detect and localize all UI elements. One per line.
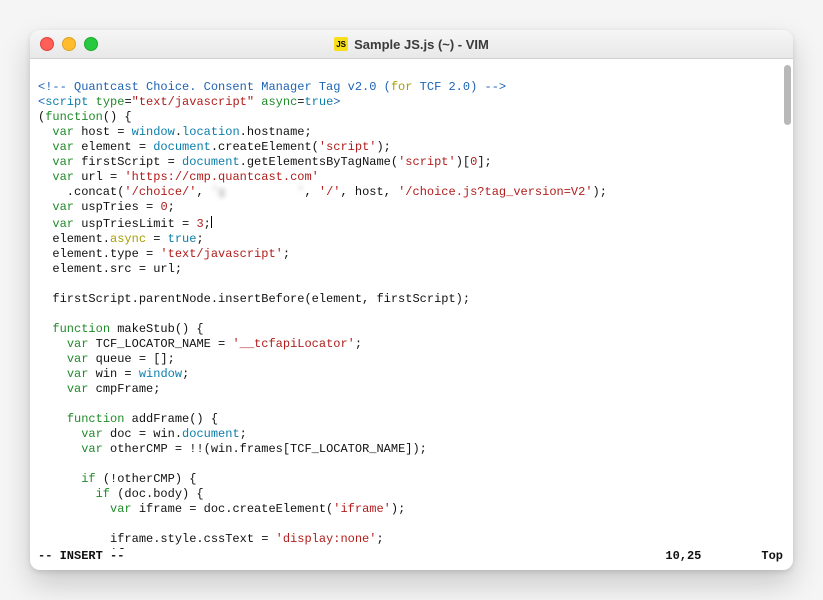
text-cursor: [211, 216, 212, 228]
window-title-text: Sample JS.js (~) - VIM: [354, 37, 489, 52]
scrollbar-thumb[interactable]: [784, 65, 791, 125]
code-text: var cmpFrame;: [38, 382, 160, 396]
window-controls: [40, 37, 98, 51]
code-text: .concat('/choice/', 'g ', '/', host, '/c…: [38, 185, 607, 199]
code-text: var doc = win.document;: [38, 427, 247, 441]
cursor-position: 10,25: [665, 549, 701, 564]
code-text: firstScript.parentNode.insertBefore(elem…: [38, 292, 470, 306]
code-text: var uspTriesLimit = 3;: [38, 217, 212, 231]
code-text: var TCF_LOCATOR_NAME = '__tcfapiLocator'…: [38, 337, 362, 351]
code-text: if (!otherCMP) {: [38, 472, 196, 486]
code-text: iframe.style.cssText = 'display:none';: [38, 532, 384, 546]
code-text: element.type = 'text/javascript';: [38, 247, 290, 261]
code-text: var queue = [];: [38, 352, 175, 366]
code-text: <script type="text/javascript" async=tru…: [38, 95, 341, 109]
code-text: element.src = url;: [38, 262, 182, 276]
code-text: var win = window;: [38, 367, 189, 381]
code-text: (function() {: [38, 110, 132, 124]
code-text: var otherCMP = !!(win.frames[TCF_LOCATOR…: [38, 442, 427, 456]
code-text: iframe.name = TCF_LOCATOR_NAME;: [38, 547, 333, 549]
vim-mode: -- INSERT --: [38, 549, 124, 564]
code-text: var iframe = doc.createElement('iframe')…: [38, 502, 405, 516]
scroll-position: Top: [761, 549, 783, 564]
terminal-window: JS Sample JS.js (~) - VIM <!-- Quantcast…: [30, 30, 793, 570]
code-text: function addFrame() {: [38, 412, 218, 426]
code-text: function makeStub() {: [38, 322, 204, 336]
close-icon[interactable]: [40, 37, 54, 51]
file-type-icon: JS: [334, 37, 348, 51]
titlebar[interactable]: JS Sample JS.js (~) - VIM: [30, 30, 793, 59]
code-text: if (doc.body) {: [38, 487, 204, 501]
code-text: <!-- Quantcast Choice. Consent Manager T…: [38, 80, 506, 94]
window-title: JS Sample JS.js (~) - VIM: [30, 37, 793, 52]
code-text: var element = document.createElement('sc…: [38, 140, 391, 154]
code-text: var uspTries = 0;: [38, 200, 175, 214]
code-text: var url = 'https://cmp.quantcast.com': [38, 170, 319, 184]
code-text: var firstScript = document.getElementsBy…: [38, 155, 492, 169]
zoom-icon[interactable]: [84, 37, 98, 51]
minimize-icon[interactable]: [62, 37, 76, 51]
code-editor[interactable]: <!-- Quantcast Choice. Consent Manager T…: [30, 59, 793, 549]
code-text: element.async = true;: [38, 232, 204, 246]
status-bar: -- INSERT -- 10,25 Top: [30, 549, 793, 570]
code-text: var host = window.location.hostname;: [38, 125, 312, 139]
